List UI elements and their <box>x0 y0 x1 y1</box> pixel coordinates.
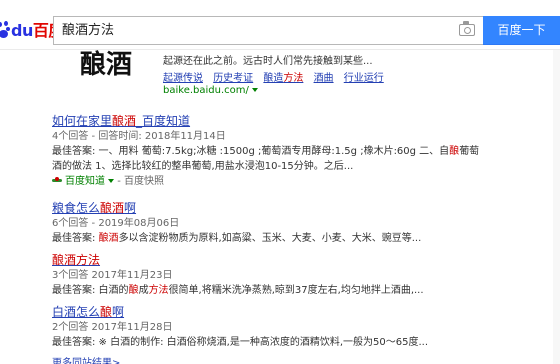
result-body: 最佳答案: 白酒的酿成方法很简单,将糯米洗净蒸熟,晾到37度左右,均匀地拌上酒曲… <box>52 285 424 296</box>
search-button[interactable]: 百度一下 <box>483 16 560 45</box>
zhidao-icon <box>52 177 62 185</box>
results-area: 酿酒 起源还在此之前。远古时人们常先接触到某些... 起源传说 历史考证 酿造方… <box>52 50 560 364</box>
result-meta: 3个回答 2017年11月23日 <box>52 270 173 281</box>
result-title[interactable]: 如何在家里酿酒_百度知道 <box>52 113 560 129</box>
baike-link-history[interactable]: 历史考证 <box>213 73 253 84</box>
result-body-line-2: 酒的做法 1、选择比较红的整串葡萄,用盐水浸泡10-15分钟。之后... <box>52 161 354 172</box>
header: du百度 酿酒方法 百度一下 <box>0 0 560 50</box>
baike-summary: 起源还在此之前。远古时人们常先接触到某些... <box>163 56 373 67</box>
result-title[interactable]: 酿酒方法 <box>52 252 560 268</box>
result-title[interactable]: 粮食怎么酿酒啊 <box>52 200 560 216</box>
result-source: 百度知道 - 百度快照 <box>52 174 560 189</box>
baike-link-origin[interactable]: 起源传说 <box>163 73 203 84</box>
result-item: 酿酒方法 3个回答 2017年11月23日 最佳答案: 白酒的酿成方法很简单,将… <box>52 252 560 298</box>
result-title[interactable]: 白酒怎么酿啊 <box>52 304 560 320</box>
source-link[interactable]: 百度知道 <box>65 176 105 187</box>
baike-thumbnail[interactable]: 酿酒 <box>72 44 152 102</box>
paw-icon <box>0 20 10 38</box>
search-input[interactable]: 酿酒方法 <box>62 17 114 44</box>
camera-icon[interactable] <box>459 21 475 36</box>
baike-url[interactable]: baike.baidu.com/ <box>163 85 258 96</box>
dropdown-arrow-icon[interactable] <box>108 179 114 183</box>
baike-link-qu[interactable]: 酒曲 <box>314 73 334 84</box>
more-results-link[interactable]: 更多同站结果> <box>52 354 120 364</box>
result-item: 白酒怎么酿啊 2个回答 2017年11月28日 最佳答案: ※ 白酒的制作: 白… <box>52 304 560 350</box>
result-body: 最佳答案: 酿酒多以含淀粉物质为原料,如高粱、玉米、大麦、小麦、大米、豌豆等..… <box>52 233 422 244</box>
result-body: 最佳答案: ※ 白酒的制作: 白酒俗称烧酒,是一种高浓度的酒精饮料,一般为50～… <box>52 337 428 348</box>
scrollbar[interactable] <box>553 50 560 364</box>
result-body: 最佳答案: 一、用料 葡萄:7.5kg;冰糖 :1500g ;葡萄酒专用酵母:1… <box>52 146 480 157</box>
search-box[interactable]: 酿酒方法 <box>53 16 483 45</box>
snapshot-link[interactable]: - 百度快照 <box>117 176 164 187</box>
result-meta: 4个回答 - 回答时间: 2018年11月14日 <box>52 131 226 142</box>
baike-link-industry[interactable]: 行业运行 <box>344 73 384 84</box>
result-item: 粮食怎么酿酒啊 6个回答 - 2019年08月06日 最佳答案: 酿酒多以含淀粉… <box>52 200 560 246</box>
baike-links: 起源传说 历史考证 酿造方法 酒曲 行业运行 <box>163 69 391 84</box>
result-meta: 2个回答 2017年11月28日 <box>52 322 173 333</box>
result-item: 如何在家里酿酒_百度知道 4个回答 - 回答时间: 2018年11月14日 最佳… <box>52 113 560 189</box>
baike-card: 酿酒 起源还在此之前。远古时人们常先接触到某些... 起源传说 历史考证 酿造方… <box>52 50 560 102</box>
result-meta: 6个回答 - 2019年08月06日 <box>52 218 180 229</box>
dropdown-arrow-icon[interactable] <box>251 88 258 92</box>
baike-link-method[interactable]: 酿造方法 <box>263 73 303 84</box>
